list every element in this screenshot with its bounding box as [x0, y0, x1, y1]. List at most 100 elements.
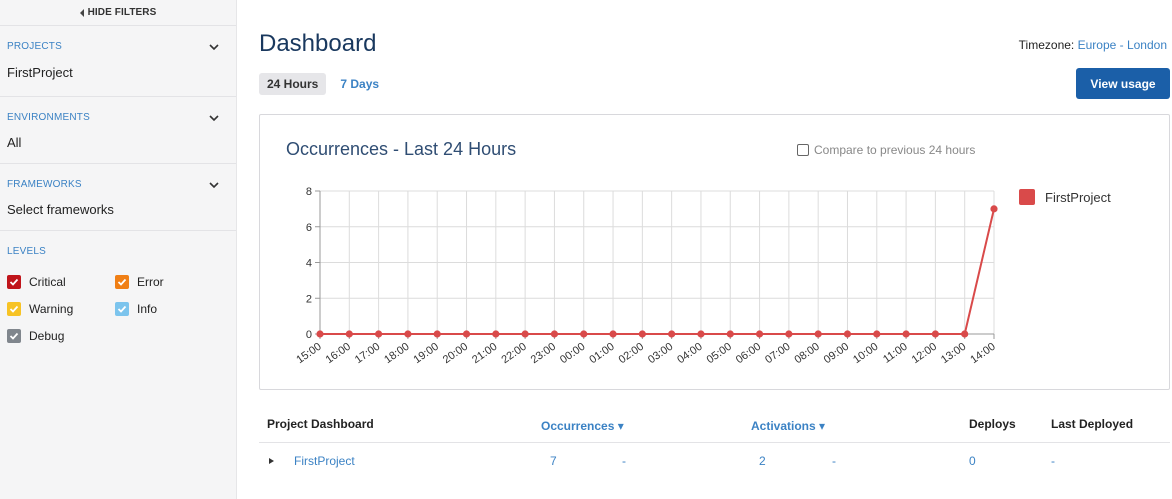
filters-sidebar: HIDE FILTERS PROJECTS FirstProject ENVIR… — [0, 0, 237, 499]
data-point — [697, 330, 705, 338]
project-link[interactable]: FirstProject — [294, 454, 355, 468]
data-point — [404, 330, 412, 338]
col-occurrences-sort[interactable]: Occurrences ▾ — [541, 419, 624, 433]
frameworks-filter[interactable]: FRAMEWORKS Select frameworks — [0, 164, 236, 231]
frameworks-filter-value: Select frameworks — [7, 202, 114, 217]
hide-filters-button[interactable]: HIDE FILTERS — [0, 0, 236, 26]
check-icon — [7, 275, 21, 289]
data-point — [580, 330, 588, 338]
y-tick-label: 8 — [306, 186, 312, 198]
col-last-deployed: Last Deployed — [1051, 417, 1134, 431]
compare-previous-checkbox[interactable]: Compare to previous 24 hours — [797, 143, 975, 157]
timezone: Timezone: Europe - London — [1019, 38, 1167, 52]
x-tick-label: 20:00 — [441, 341, 470, 367]
y-tick-label: 4 — [306, 258, 312, 270]
data-point — [990, 205, 998, 213]
data-point — [345, 330, 353, 338]
data-point — [961, 330, 969, 338]
levels-list: Critical Error Warning Info Debug — [7, 275, 229, 343]
x-tick-label: 22:00 — [499, 341, 528, 367]
chart-title: Occurrences - Last 24 Hours — [286, 139, 517, 159]
tab-24-hours[interactable]: 24 Hours — [259, 73, 327, 95]
check-icon — [115, 275, 129, 289]
timezone-link[interactable]: Europe - London — [1078, 38, 1167, 52]
level-label: Info — [137, 302, 158, 316]
projects-filter[interactable]: PROJECTS FirstProject — [0, 26, 236, 97]
frameworks-filter-title: FRAMEWORKS — [7, 179, 82, 190]
col-activations-sort[interactable]: Activations ▾ — [751, 419, 825, 433]
data-point — [375, 330, 383, 338]
occurrences-chart-card: 0 2 4 6 8 15:00 16:00 17:00 18:00 19:00 20:00 21:00… — [259, 114, 1170, 390]
time-range-tabs: 24 Hours 7 Days — [259, 73, 387, 95]
data-point — [814, 330, 822, 338]
x-tick-label: 14:00 — [968, 341, 997, 367]
level-label: Warning — [29, 302, 74, 316]
deploys-count-link[interactable]: 0 — [969, 454, 976, 468]
environments-filter-title: ENVIRONMENTS — [7, 112, 90, 123]
occurrences-change: - — [622, 454, 626, 468]
hide-filters-label: HIDE FILTERS — [87, 7, 157, 18]
legend-swatch — [1019, 189, 1035, 205]
data-point — [785, 330, 793, 338]
x-tick-label: 05:00 — [705, 341, 734, 367]
x-tick-label: 03:00 — [646, 341, 675, 367]
chevron-down-icon[interactable] — [208, 112, 220, 124]
checkbox-icon — [797, 144, 809, 156]
y-tick-label: 0 — [306, 329, 312, 341]
x-tick-label: 07:00 — [763, 341, 792, 367]
data-point — [462, 330, 471, 338]
x-tick-label: 04:00 — [675, 341, 704, 367]
data-point — [755, 330, 764, 338]
triangle-right-icon[interactable] — [269, 458, 274, 464]
data-point — [843, 330, 852, 338]
projects-filter-value: FirstProject — [7, 65, 73, 80]
level-error-checkbox[interactable]: Error — [115, 275, 223, 289]
data-point — [902, 330, 910, 338]
x-tick-label: 13:00 — [939, 341, 968, 367]
tab-7-days[interactable]: 7 Days — [332, 73, 387, 95]
series-line — [320, 208, 995, 335]
level-info-checkbox[interactable]: Info — [115, 302, 223, 316]
x-tick-label: 02:00 — [617, 341, 646, 367]
view-usage-button[interactable]: View usage — [1076, 68, 1170, 99]
occurrences-count-link[interactable]: 7 — [550, 454, 557, 468]
timezone-label: Timezone: — [1018, 38, 1075, 52]
chevron-down-icon[interactable] — [208, 41, 220, 53]
table-divider — [259, 442, 1170, 443]
x-tick-label: 06:00 — [734, 341, 763, 367]
y-tick-label: 2 — [306, 293, 312, 305]
data-point — [638, 330, 646, 338]
x-tick-label: 12:00 — [910, 341, 939, 367]
col-project-dashboard: Project Dashboard — [267, 417, 374, 431]
data-point — [873, 330, 881, 338]
x-tick-label: 09:00 — [822, 341, 851, 367]
x-tick-label: 11:00 — [881, 341, 910, 366]
environments-filter[interactable]: ENVIRONMENTS All — [0, 97, 236, 164]
levels-filter-title: LEVELS — [7, 246, 47, 257]
x-tick-label: 01:00 — [587, 341, 616, 367]
x-tick-label: 21:00 — [470, 341, 499, 367]
level-label: Critical — [29, 275, 66, 289]
col-deploys: Deploys — [969, 417, 1016, 431]
levels-filter: LEVELS Critical Error Warning Info Debug — [0, 231, 236, 343]
x-tick-label: 08:00 — [792, 341, 821, 367]
data-point — [726, 330, 734, 338]
x-tick-label: 23:00 — [529, 341, 558, 367]
check-icon — [7, 329, 21, 343]
page-title: Dashboard — [259, 30, 377, 57]
x-tick-label: 15:00 — [294, 341, 323, 367]
level-label: Debug — [29, 329, 65, 343]
data-point — [316, 330, 324, 338]
level-debug-checkbox[interactable]: Debug — [7, 329, 115, 343]
y-tick-label: 6 — [306, 222, 312, 234]
chevron-down-icon[interactable] — [208, 179, 220, 191]
compare-label: Compare to previous 24 hours — [814, 143, 976, 157]
environments-filter-value: All — [7, 135, 22, 150]
projects-filter-title: PROJECTS — [7, 41, 62, 52]
level-critical-checkbox[interactable]: Critical — [7, 275, 115, 289]
activations-count-link[interactable]: 2 — [759, 454, 766, 468]
legend-label: FirstProject — [1045, 190, 1111, 205]
data-point — [521, 330, 529, 338]
level-warning-checkbox[interactable]: Warning — [7, 302, 115, 316]
level-label: Error — [137, 275, 164, 289]
